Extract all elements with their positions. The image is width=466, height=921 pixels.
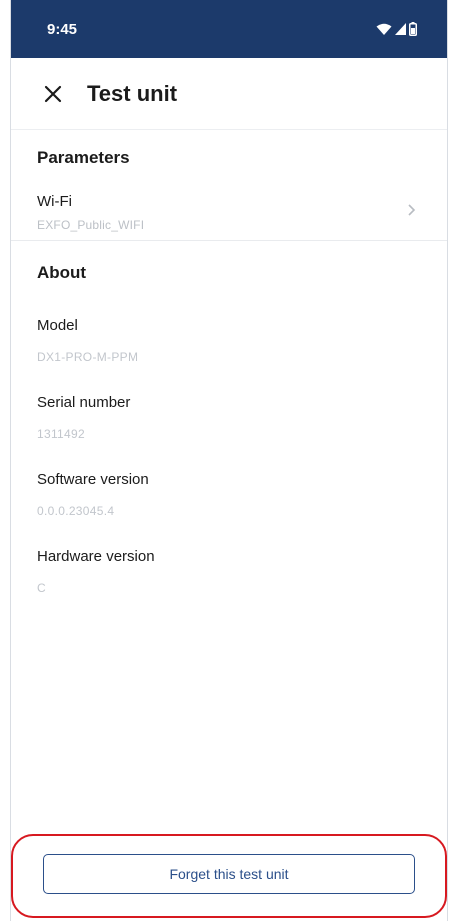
parameters-header: Parameters (37, 148, 130, 167)
footer-highlight: Forget this test unit (11, 834, 447, 918)
wifi-label: Wi-Fi (37, 192, 72, 210)
app-screen: 9:45 Test unit Parameters Wi-Fi EXFO_Pub… (10, 0, 448, 921)
serial-number-item: Serial number 1311492 (11, 394, 447, 441)
wifi-texts: Wi-Fi EXFO_Public_WIFI (37, 193, 144, 232)
status-time: 9:45 (47, 20, 78, 38)
app-bar: Test unit (11, 58, 447, 130)
wifi-value: EXFO_Public_WIFI (37, 217, 145, 232)
cell-signal-icon (395, 23, 406, 35)
software-version-item: Software version 0.0.0.23045.4 (11, 471, 447, 518)
status-bar: 9:45 (11, 0, 447, 58)
model-label: Model (37, 317, 78, 334)
hardware-version-label: Hardware version (37, 548, 155, 565)
chevron-right-icon (407, 203, 417, 222)
forget-test-unit-button[interactable]: Forget this test unit (43, 854, 415, 894)
serial-number-value: 1311492 (37, 427, 85, 441)
close-icon[interactable] (41, 82, 65, 106)
wifi-setting-row[interactable]: Wi-Fi EXFO_Public_WIFI (11, 184, 447, 241)
model-value: DX1-PRO-M-PPM (37, 350, 139, 364)
hardware-version-item: Hardware version C (11, 548, 447, 595)
status-icons (376, 22, 417, 36)
wifi-icon (376, 23, 392, 36)
software-version-label: Software version (37, 471, 149, 488)
hardware-version-value: C (37, 581, 46, 595)
about-header: About (37, 263, 87, 282)
page-title: Test unit (87, 80, 178, 106)
serial-number-label: Serial number (37, 394, 131, 411)
software-version-value: 0.0.0.23045.4 (37, 504, 115, 518)
model-item: Model DX1-PRO-M-PPM (11, 317, 447, 364)
battery-icon (409, 22, 417, 36)
